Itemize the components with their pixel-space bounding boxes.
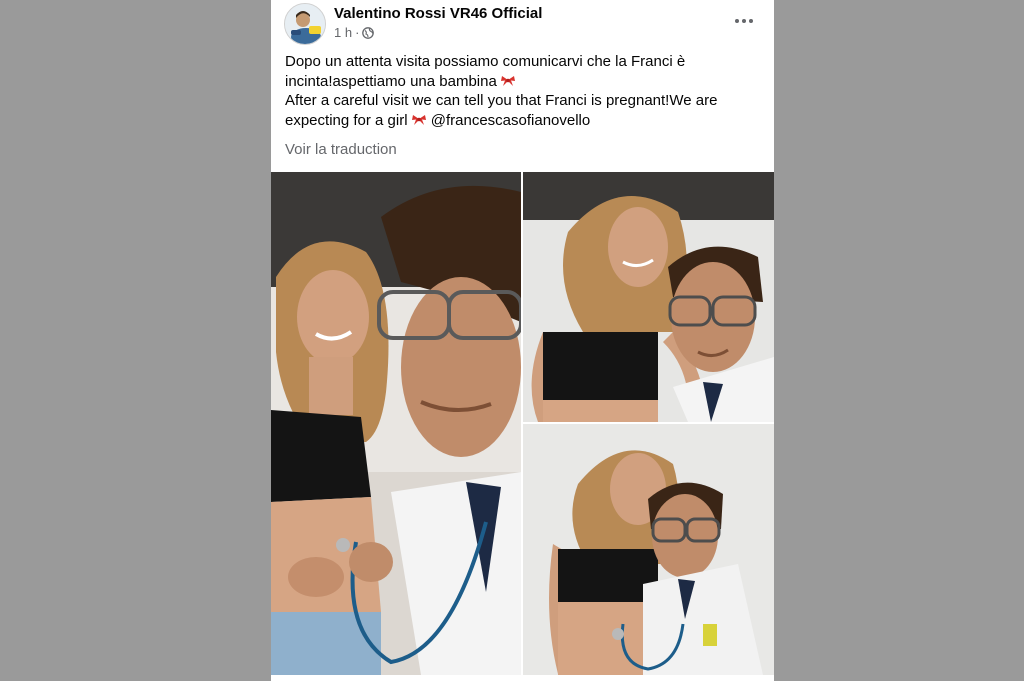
author-avatar[interactable] (284, 3, 326, 45)
post-text-italian: Dopo un attenta visita possiamo comunica… (285, 52, 763, 91)
post-text-italian-content: Dopo un attenta visita possiamo comunica… (285, 53, 686, 90)
author-name[interactable]: Valentino Rossi VR46 Official (334, 5, 542, 22)
avatar-image (285, 4, 325, 44)
ribbon-emoji-icon (411, 112, 427, 125)
meta-separator: · (355, 25, 360, 40)
ribbon-emoji-icon (500, 73, 516, 86)
mention-link[interactable]: @francescasofianovello (431, 112, 590, 129)
more-options-button[interactable] (730, 9, 758, 33)
facebook-post-card: Valentino Rossi VR46 Official 1 h · Dopo… (271, 0, 774, 681)
post-body-text: Dopo un attenta visita possiamo comunica… (285, 52, 763, 130)
post-text-english: After a careful visit we can tell you th… (285, 91, 763, 130)
post-header: Valentino Rossi VR46 Official 1 h · (271, 0, 774, 48)
post-time[interactable]: 1 h (334, 25, 352, 40)
photo-main[interactable] (271, 172, 521, 675)
photo-top-right[interactable] (523, 172, 774, 422)
more-options-icon (735, 19, 753, 23)
post-bottom-edge (271, 675, 774, 681)
globe-icon (362, 26, 375, 39)
post-meta: 1 h · (334, 25, 375, 40)
photo-bottom-right[interactable] (523, 424, 774, 675)
see-translation-link[interactable]: Voir la traduction (285, 141, 397, 158)
